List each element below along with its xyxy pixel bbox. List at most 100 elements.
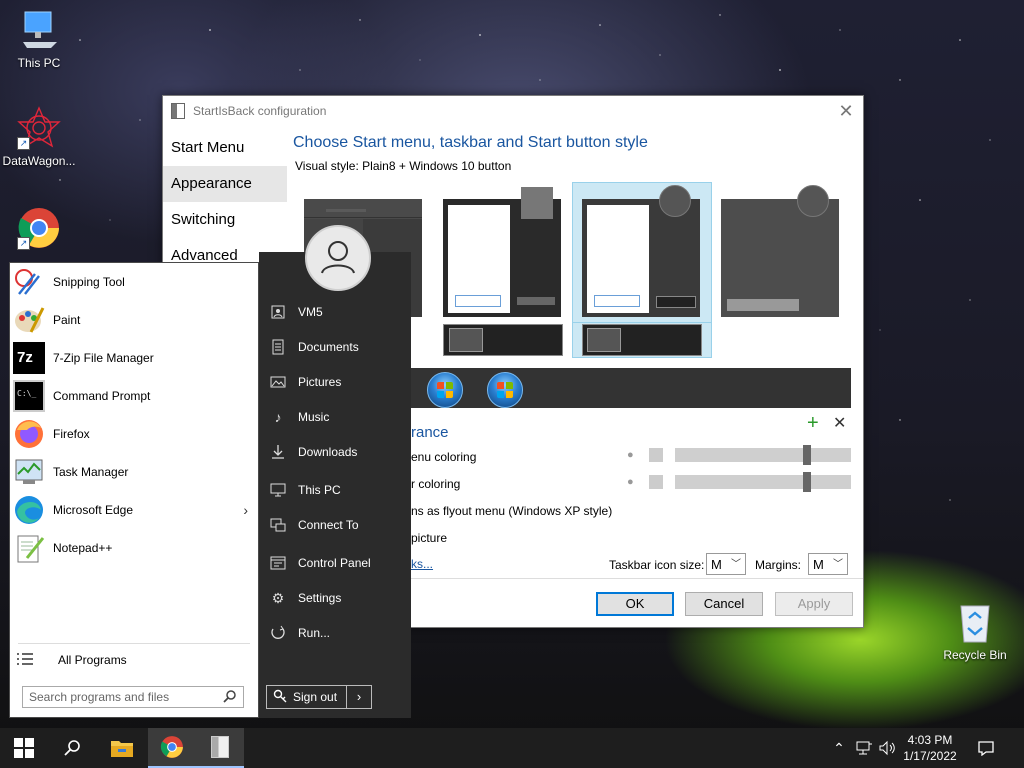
program-task-manager[interactable]: Task Manager (10, 453, 258, 491)
remove-icon[interactable]: ✕ (833, 416, 846, 432)
style-thumbnail-3[interactable] (582, 185, 700, 317)
add-icon[interactable]: + (807, 413, 819, 433)
show-hidden-icons-button[interactable]: ⌃ (828, 728, 850, 768)
start-orb-option-1[interactable] (427, 372, 463, 408)
start-link-settings[interactable]: ⚙ Settings (266, 585, 406, 611)
start-link-downloads[interactable]: Downloads (266, 439, 406, 465)
chevron-right-icon[interactable]: › (243, 502, 248, 518)
start-link-connect-to[interactable]: Connect To (266, 512, 406, 538)
edge-icon (13, 494, 45, 526)
search-icon[interactable] (223, 689, 237, 709)
app-icon (211, 736, 229, 758)
nav-start-menu[interactable]: Start Menu (163, 130, 287, 166)
chevron-down-icon: ﹀ (833, 559, 843, 570)
color-swatch[interactable] (649, 475, 663, 489)
command-prompt-icon: C:\_ (13, 380, 45, 412)
desktop-icon-datawagon[interactable]: ↗ DataWagon... (1, 106, 77, 168)
datawagon-icon: ↗ (17, 106, 61, 150)
shutdown-options-button[interactable]: › (346, 686, 371, 708)
program-label: Snipping Tool (53, 275, 125, 289)
notifications-button[interactable] (972, 728, 1000, 768)
user-folder-icon (269, 303, 287, 321)
program-paint[interactable]: Paint (10, 301, 258, 339)
program-label: Microsoft Edge (53, 503, 134, 517)
color-swatch[interactable] (649, 448, 663, 462)
start-link-documents[interactable]: Documents (266, 334, 406, 360)
taskbar-startisback-config[interactable] (196, 728, 244, 768)
search-input[interactable]: Search programs and files (22, 686, 244, 708)
desktop-icon-chrome[interactable]: ↗ (1, 206, 77, 254)
7zip-badge: 7z (17, 349, 33, 366)
program-microsoft-edge[interactable]: Microsoft Edge › (10, 491, 258, 529)
start-link-label: VM5 (298, 305, 323, 319)
margins-select[interactable]: M ﹀ (808, 553, 848, 575)
taskbar-clock[interactable]: 4:03 PM 1/17/2022 (896, 732, 964, 764)
computer-icon (269, 481, 287, 499)
program-label: Command Prompt (53, 389, 151, 403)
style-thumbnail-4[interactable] (721, 185, 839, 317)
nav-appearance[interactable]: Appearance (163, 166, 287, 202)
flyout-option-label[interactable]: ns as flyout menu (Windows XP style) (411, 504, 612, 518)
start-link-label: Documents (298, 340, 359, 354)
program-command-prompt[interactable]: C:\_ Command Prompt (10, 377, 258, 415)
style-thumbnail-2[interactable] (443, 187, 561, 317)
music-icon: ♪ (274, 409, 282, 425)
start-link-this-pc[interactable]: This PC (266, 477, 406, 503)
program-notepadpp[interactable]: Notepad++ (10, 529, 258, 567)
close-button[interactable]: ✕ (835, 100, 857, 122)
pictures-icon (269, 373, 287, 391)
run-icon (269, 624, 287, 642)
taskbar-coloring-label: r coloring (411, 477, 461, 491)
network-icon[interactable] (852, 728, 876, 768)
start-link-control-panel[interactable]: Control Panel (266, 550, 406, 576)
user-avatar[interactable] (305, 225, 371, 291)
taskbar-icon-size-select[interactable]: M ﹀ (706, 553, 746, 575)
start-link-user-folder[interactable]: VM5 (266, 299, 406, 325)
clock-time: 4:03 PM (907, 733, 953, 747)
list-icon (16, 651, 34, 669)
start-link-label: Connect To (298, 518, 359, 532)
program-label: 7-Zip File Manager (53, 351, 154, 365)
start-link-pictures[interactable]: Pictures (266, 369, 406, 395)
app-icon (171, 103, 185, 119)
cancel-button[interactable]: Cancel (685, 592, 763, 616)
desktop-icon-recycle-bin[interactable]: Recycle Bin (937, 600, 1013, 662)
margins-label: Margins: (755, 558, 802, 572)
taskbar-file-explorer[interactable] (98, 728, 146, 768)
control-panel-icon (269, 554, 287, 572)
menu-coloring-slider[interactable] (675, 445, 851, 465)
section-title: rance (411, 424, 449, 441)
visual-style-line: Visual style: Plain8 + Windows 10 button (295, 159, 511, 173)
menu-coloring-label: enu coloring (411, 450, 477, 464)
program-7zip[interactable]: 7z 7-Zip File Manager (10, 339, 258, 377)
taskbar-chrome[interactable] (148, 728, 196, 768)
picture-option-label[interactable]: picture (411, 531, 447, 545)
all-programs-button[interactable]: All Programs (10, 641, 258, 679)
taskbar-icon-size-value: M (711, 557, 722, 572)
taskbar: ⌃ 4:03 PM 1/17/2022 (0, 728, 1024, 768)
volume-icon[interactable] (876, 728, 898, 768)
notepadpp-icon (13, 532, 45, 564)
downloads-icon (269, 443, 287, 461)
window-titlebar[interactable]: StartIsBack configuration (163, 96, 863, 126)
program-snipping-tool[interactable]: Snipping Tool (10, 263, 258, 301)
shortcut-arrow-icon: ↗ (17, 137, 30, 150)
ok-button[interactable]: OK (596, 592, 674, 616)
start-link-music[interactable]: ♪ Music (266, 404, 406, 430)
sign-out-button[interactable]: Sign out › (266, 685, 372, 709)
search-button[interactable] (48, 728, 96, 768)
program-firefox[interactable]: Firefox (10, 415, 258, 453)
desktop-icon-this-pc[interactable]: This PC (1, 8, 77, 70)
start-button[interactable] (0, 728, 48, 768)
nav-switching[interactable]: Switching (163, 202, 287, 238)
taskbar-coloring-slider[interactable] (675, 472, 851, 492)
start-link-label: Music (298, 410, 330, 424)
start-link-label: Pictures (298, 375, 342, 389)
apply-button[interactable]: Apply (775, 592, 853, 616)
shortcut-arrow-icon: ↗ (17, 237, 30, 250)
chevron-up-icon: ⌃ (833, 739, 845, 756)
start-orb-option-2[interactable] (487, 372, 523, 408)
more-link[interactable]: ks... (411, 557, 433, 571)
start-link-run[interactable]: Run... (266, 620, 406, 646)
user-icon (321, 241, 355, 274)
